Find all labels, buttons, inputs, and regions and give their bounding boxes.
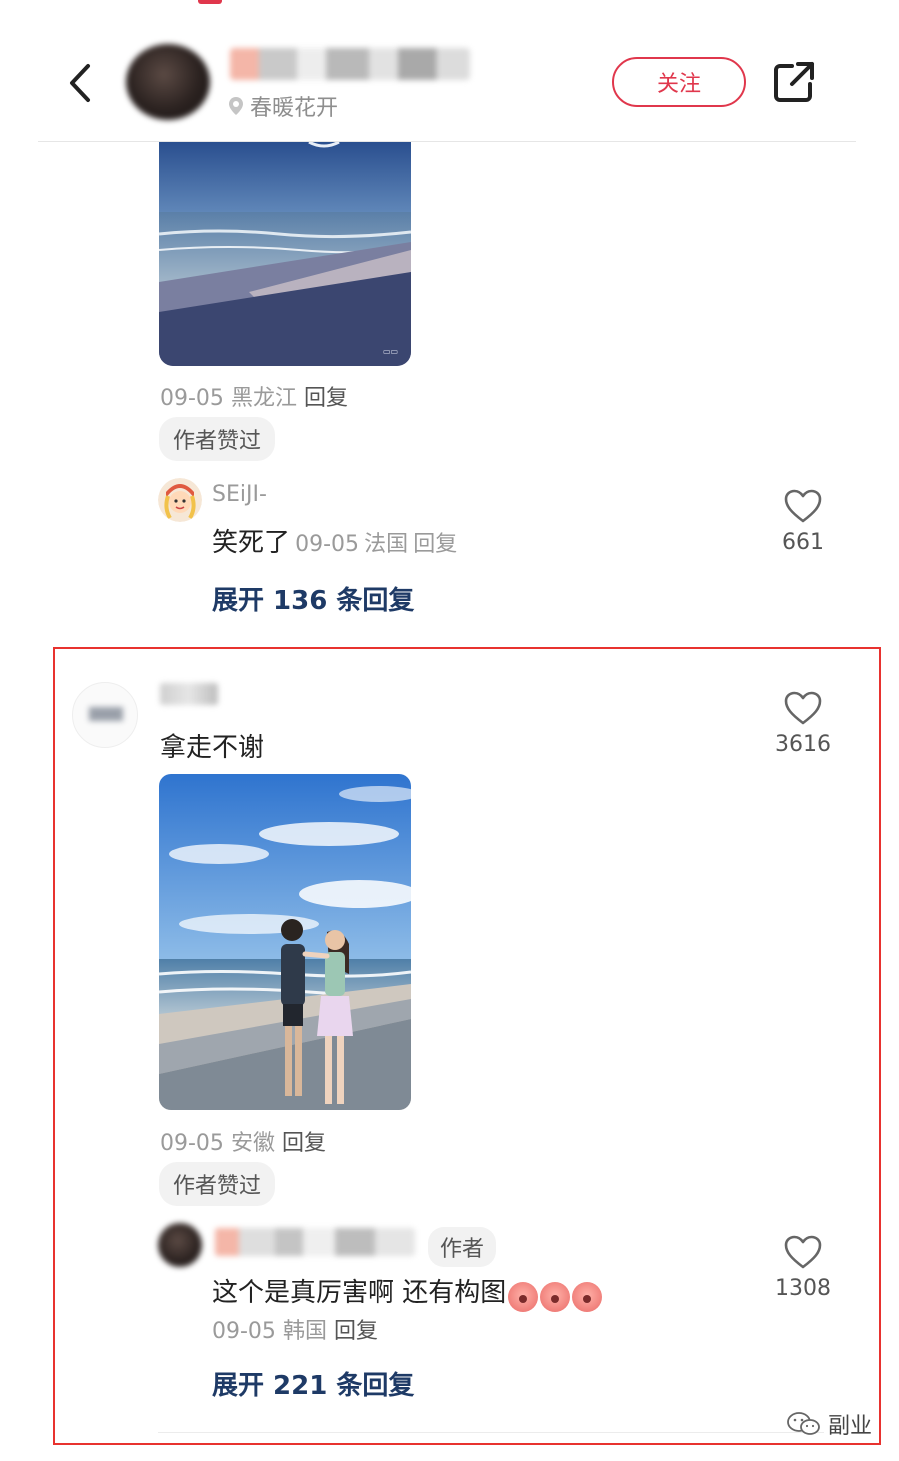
like-count: 1308	[775, 1276, 831, 1301]
author-reply-name-redacted[interactable]	[215, 1228, 415, 1256]
like-count: 3616	[775, 732, 831, 757]
beach-photo	[159, 774, 411, 1110]
chevron-left-icon	[70, 64, 90, 102]
liked-by-author-badge: 作者赞过	[159, 417, 276, 461]
like-count: 661	[782, 530, 824, 555]
heart-icon	[784, 489, 822, 523]
comment-text: 拿走不谢	[160, 733, 265, 763]
author-reply-meta: 09-05 韩国 回复	[212, 1313, 378, 1345]
commenter-avatar[interactable]	[72, 682, 138, 748]
reply-date: 09-05	[212, 1319, 276, 1344]
expand-replies-button[interactable]: 展开 136 条回复	[212, 580, 414, 617]
reply-avatar[interactable]	[158, 478, 202, 522]
watermark-text: 副业	[828, 1414, 873, 1439]
comment-date: 09-05	[160, 386, 224, 411]
pig-emoji-icon	[540, 1281, 571, 1312]
watermark: 副业	[786, 1408, 872, 1440]
reply-region: 法国	[364, 532, 409, 557]
reply-content: 笑死了 09-05 法国 回复	[212, 522, 457, 559]
comment-photo-sea-wall[interactable]: ▭▭	[159, 142, 411, 366]
redacted-avatar-icon	[89, 707, 123, 721]
location-text: 春暖花开	[250, 96, 339, 121]
liked-by-author-badge: 作者赞过	[159, 1162, 276, 1206]
comment-region: 安徽	[230, 1131, 275, 1156]
heart-icon	[784, 1235, 822, 1269]
status-indicator	[198, 0, 222, 4]
sea-photo: ▭▭	[159, 142, 411, 366]
pig-emoji-icon	[508, 1281, 539, 1312]
reply-username[interactable]: SEiJI-	[212, 482, 267, 507]
share-icon	[774, 62, 814, 102]
reply-text: 笑死了	[212, 528, 291, 558]
author-reply-text: 这个是真厉害啊 还有构图	[212, 1278, 507, 1308]
author-name-redacted[interactable]	[230, 48, 470, 80]
share-button[interactable]	[772, 60, 816, 104]
reply-region: 韩国	[282, 1319, 327, 1344]
author-reply-content: 这个是真厉害啊 还有构图	[212, 1272, 603, 1312]
comment-region: 黑龙江	[230, 386, 297, 411]
comment-divider	[158, 1432, 824, 1433]
reply-date: 09-05	[295, 532, 360, 557]
comment-meta: 09-05 黑龙江 回复	[160, 380, 348, 412]
comment-photo-couple-beach[interactable]	[159, 774, 411, 1110]
like-button[interactable]: 3616	[775, 690, 831, 757]
reply-link[interactable]: 回复	[282, 1131, 326, 1156]
author-avatar[interactable]	[126, 44, 210, 120]
like-button[interactable]: 1308	[775, 1234, 831, 1301]
author-location: 春暖花开	[228, 90, 338, 122]
pig-emoji-icon	[572, 1281, 603, 1312]
back-button[interactable]	[60, 58, 100, 108]
reply-link[interactable]: 回复	[334, 1319, 378, 1344]
expand-replies-button[interactable]: 展开 221 条回复	[212, 1365, 414, 1402]
author-tag: 作者	[428, 1227, 497, 1267]
comment-date: 09-05	[160, 1131, 224, 1156]
location-pin-icon	[229, 97, 243, 115]
status-bar	[0, 0, 899, 6]
svg-text:▭▭: ▭▭	[383, 347, 398, 356]
heart-icon	[784, 691, 822, 725]
follow-button[interactable]: 关注	[612, 57, 746, 107]
reply-link[interactable]: 回复	[413, 532, 457, 557]
comment-meta: 09-05 安徽 回复	[160, 1125, 326, 1157]
author-reply-avatar[interactable]	[158, 1223, 202, 1267]
like-button[interactable]: 661	[780, 488, 826, 555]
cartoon-avatar-icon	[158, 478, 202, 522]
wechat-icon	[787, 1412, 820, 1435]
reply-link[interactable]: 回复	[304, 386, 348, 411]
commenter-name-redacted[interactable]	[160, 683, 218, 705]
